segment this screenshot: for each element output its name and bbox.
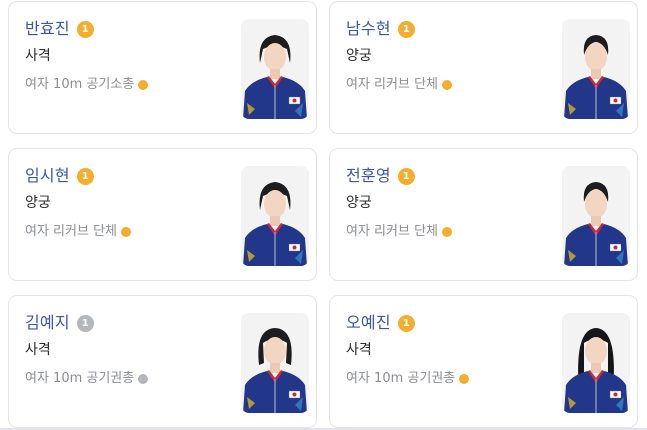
name-row: 남수현 1: [346, 19, 415, 39]
name-row: 전훈영 1: [346, 166, 415, 186]
medal-dot-icon: [138, 374, 149, 384]
event-label: 여자 리커브 단체: [346, 224, 438, 239]
athlete-name[interactable]: 오예진: [346, 313, 391, 333]
athlete-sport: 사격: [25, 48, 51, 64]
athlete-name[interactable]: 전훈영: [346, 166, 391, 186]
athlete-card[interactable]: 임시현 1 양궁 여자 리커브 단체: [8, 148, 317, 281]
gold-medal-icon: 1: [397, 314, 415, 332]
athlete-sport: 사격: [25, 342, 51, 358]
athlete-event: 여자 10m 공기권총: [25, 370, 149, 388]
athlete-event: 여자 10m 공기소총: [25, 76, 149, 94]
medal-dot-icon: [459, 374, 470, 384]
medal-dot-icon: [442, 227, 452, 237]
event-label: 여자 리커브 단체: [346, 77, 438, 92]
event-label: 여자 10m 공기권총: [346, 371, 456, 386]
athlete-photo: [562, 313, 630, 413]
athlete-event: 여자 리커브 단체: [25, 223, 131, 241]
athlete-card[interactable]: 오예진 1 사격 여자 10m 공기권총: [329, 295, 638, 428]
gold-medal-icon: 1: [397, 20, 415, 38]
name-row: 김예지 1: [25, 313, 94, 333]
athlete-sport: 양궁: [346, 48, 372, 64]
athlete-photo: [241, 166, 309, 266]
athlete-name[interactable]: 반효진: [25, 19, 70, 39]
medal-dot-icon: [121, 227, 131, 237]
gold-medal-icon: 1: [397, 167, 415, 185]
event-label: 여자 리커브 단체: [25, 224, 117, 239]
athlete-name[interactable]: 김예지: [25, 313, 70, 333]
athlete-photo: [241, 19, 309, 119]
athlete-event: 여자 리커브 단체: [346, 223, 452, 241]
athlete-card[interactable]: 김예지 1 사격 여자 10m 공기권총: [8, 295, 317, 428]
athlete-card[interactable]: 전훈영 1 양궁 여자 리커브 단체: [329, 148, 638, 281]
athlete-photo: [562, 19, 630, 119]
name-row: 임시현 1: [25, 166, 94, 186]
event-label: 여자 10m 공기권총: [25, 371, 135, 386]
medal-dot-icon: [442, 80, 452, 90]
athlete-sport: 사격: [346, 342, 372, 358]
silver-medal-icon: 1: [76, 314, 94, 332]
gold-medal-icon: 1: [76, 167, 94, 185]
athlete-sport: 양궁: [346, 195, 372, 211]
medal-dot-icon: [138, 80, 149, 90]
athlete-name[interactable]: 남수현: [346, 19, 391, 39]
name-row: 반효진 1: [25, 19, 94, 39]
athlete-sport: 양궁: [25, 195, 51, 211]
athlete-name[interactable]: 임시현: [25, 166, 70, 186]
name-row: 오예진 1: [346, 313, 415, 333]
athlete-card[interactable]: 반효진 1 사격 여자 10m 공기소총: [8, 1, 317, 134]
athlete-event: 여자 10m 공기권총: [346, 370, 470, 388]
event-label: 여자 10m 공기소총: [25, 77, 135, 92]
athlete-photo: [562, 166, 630, 266]
athlete-event: 여자 리커브 단체: [346, 76, 452, 94]
athlete-photo: [241, 313, 309, 413]
gold-medal-icon: 1: [76, 20, 94, 38]
athlete-card[interactable]: 남수현 1 양궁 여자 리커브 단체: [329, 1, 638, 134]
